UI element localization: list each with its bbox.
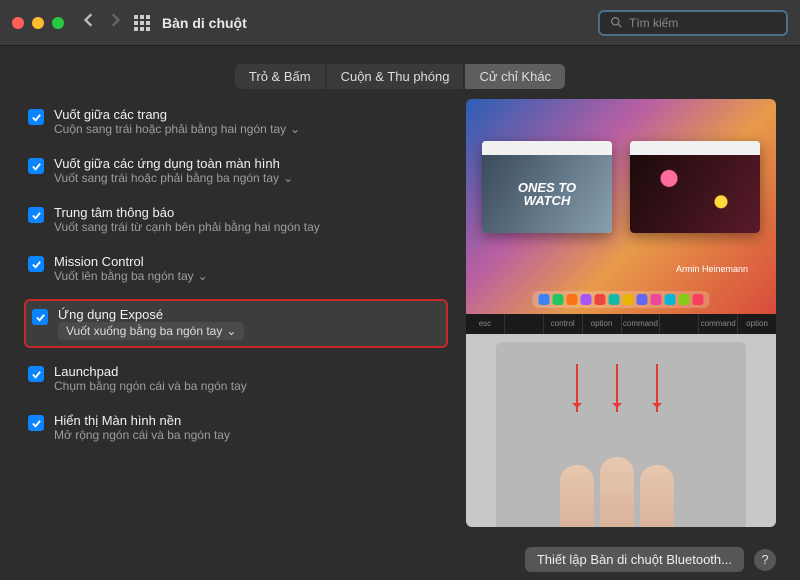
gesture-finger [600,457,634,527]
setting-sub: Chụm bằng ngón cái và ba ngón tay [54,379,247,393]
fullscreen-icon[interactable] [52,17,64,29]
chevron-down-icon: ⌄ [283,171,293,185]
preview-screen: ONES TO WATCH Armin Heinemann [466,99,776,314]
setting-show-desktop: Hiển thị Màn hình nền Mở rộng ngón cái v… [24,409,448,446]
setting-app-expose: Ứng dụng Exposé Vuốt xuống bằng ba ngón … [24,299,448,348]
setting-swipe-pages: Vuốt giữa các trang Cuộn sang trái hoặc … [24,103,448,140]
main-content: Vuốt giữa các trang Cuộn sang trái hoặc … [0,99,800,541]
setting-mission-control: Mission Control Vuốt lên bằng ba ngón ta… [24,250,448,287]
help-button[interactable]: ? [754,549,776,571]
preview-window [630,141,760,233]
setting-swipe-fullscreen-apps: Vuốt giữa các ứng dụng toàn màn hình Vuố… [24,152,448,189]
setting-dropdown[interactable]: Cuộn sang trái hoặc phải bằng hai ngón t… [54,122,300,136]
gesture-finger [560,465,594,527]
setting-title: Hiển thị Màn hình nền [54,413,230,428]
setting-title: Vuốt giữa các trang [54,107,300,122]
search-placeholder: Tìm kiếm [629,16,678,30]
setting-title: Ứng dụng Exposé [58,307,244,322]
checkbox[interactable] [28,109,44,125]
setting-launchpad: Launchpad Chụm bằng ngón cái và ba ngón … [24,360,448,397]
gesture-arrow-icon [576,364,578,412]
tab-point-click[interactable]: Trỏ & Bấm [235,64,325,89]
checkbox[interactable] [28,415,44,431]
tab-bar: Trỏ & Bấm Cuộn & Thu phóng Cử chỉ Khác [0,64,800,89]
nav-arrows [82,13,122,32]
setting-title: Trung tâm thông báo [54,205,320,220]
chevron-down-icon: ⌄ [198,269,208,283]
search-input[interactable]: Tìm kiếm [598,10,788,36]
preview-keyboard-row: esccontroloptioncommandcommandoption [466,314,776,334]
titlebar: Bàn di chuột Tìm kiếm [0,0,800,46]
preview-window-label: Armin Heinemann [676,264,748,274]
checkbox[interactable] [28,256,44,272]
tab-more-gestures[interactable]: Cử chỉ Khác [465,64,565,89]
setting-title: Vuốt giữa các ứng dụng toàn màn hình [54,156,293,171]
checkbox[interactable] [28,207,44,223]
setting-sub: Vuốt sang trái từ cạnh bên phải bằng hai… [54,220,320,234]
forward-button[interactable] [108,13,122,32]
checkbox[interactable] [28,158,44,174]
setting-title: Mission Control [54,254,208,269]
chevron-down-icon: ⌄ [290,122,300,136]
window-controls [12,17,64,29]
checkbox[interactable] [28,366,44,382]
setting-notification-center: Trung tâm thông báo Vuốt sang trái từ cạ… [24,201,448,238]
tab-scroll-zoom[interactable]: Cuộn & Thu phóng [327,64,464,89]
checkbox[interactable] [32,309,48,325]
preview-window: ONES TO WATCH [482,141,612,233]
gesture-finger [640,465,674,527]
close-icon[interactable] [12,17,24,29]
minimize-icon[interactable] [32,17,44,29]
setting-dropdown[interactable]: Vuốt xuống bằng ba ngón tay⌄ [58,322,244,340]
settings-list: Vuốt giữa các trang Cuộn sang trái hoặc … [24,99,448,527]
preview-trackpad [466,334,776,527]
footer: Thiết lập Bàn di chuột Bluetooth... ? [0,541,800,572]
setting-sub: Mở rộng ngón cái và ba ngón tay [54,428,230,442]
window-title: Bàn di chuột [162,15,247,31]
back-button[interactable] [82,13,96,32]
show-all-prefs-button[interactable] [134,15,150,31]
preview-dock [533,291,710,308]
bluetooth-trackpad-button[interactable]: Thiết lập Bàn di chuột Bluetooth... [525,547,744,572]
setting-title: Launchpad [54,364,247,379]
gesture-preview: ONES TO WATCH Armin Heinemann esccontrol… [466,99,776,527]
gesture-arrow-icon [656,364,658,412]
setting-dropdown[interactable]: Vuốt lên bằng ba ngón tay⌄ [54,269,208,283]
gesture-arrow-icon [616,364,618,412]
setting-dropdown[interactable]: Vuốt sang trái hoặc phải bằng ba ngón ta… [54,171,293,185]
chevron-down-icon: ⌄ [226,324,236,338]
search-icon [610,16,623,29]
